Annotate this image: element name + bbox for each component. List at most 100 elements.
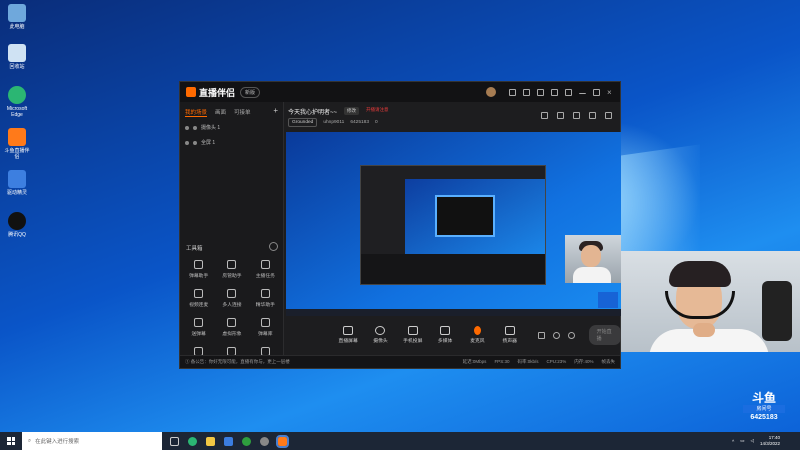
notice-text[interactable]: ① 备公告：你好无限可能，直播有你与，更上一层楼 — [185, 359, 463, 365]
lock-icon[interactable] — [193, 140, 197, 145]
tool-label: 送弹幕 — [191, 332, 206, 337]
douyu-logo-text: 斗鱼 — [751, 391, 776, 405]
category-chip[interactable]: Grounded — [288, 118, 318, 127]
douyu-taskbar-icon[interactable] — [276, 434, 289, 448]
desktop-icon-this-pc[interactable]: 此电脑 — [3, 4, 31, 30]
tool-send-danmaku[interactable]: 送弹幕 — [182, 318, 215, 337]
chat-icon[interactable] — [523, 88, 530, 96]
tool-label: 视频连麦 — [189, 303, 209, 308]
download-icon — [227, 318, 237, 327]
start-live-button[interactable]: 开始直播 — [588, 325, 621, 345]
add-scene-icon[interactable]: + — [273, 107, 278, 117]
preview-webcam-face — [581, 245, 601, 267]
tool-room-manager[interactable]: 房管助手 — [215, 260, 248, 279]
lock-icon[interactable] — [541, 112, 548, 119]
tool-video-link[interactable]: 视频连麦 — [182, 289, 215, 308]
task-view-icon[interactable] — [170, 436, 179, 446]
volume-icon[interactable]: ◁ — [751, 438, 754, 444]
qq-penguin-icon — [8, 212, 26, 230]
screen-capture-button[interactable]: 直播屏幕 — [338, 326, 358, 344]
left-panel: 我的场景 画面 可接单 + 摄像头 1 全屏 1 工具箱 弹幕助手 房管助手 主… — [180, 102, 284, 366]
scene-item-fullscreen[interactable]: 全屏 1 — [180, 135, 283, 150]
fans-count: 0 — [375, 120, 378, 125]
webcam-chair — [762, 281, 792, 341]
tab-my-scenes[interactable]: 我的场景 — [185, 108, 208, 117]
record-icon[interactable] — [537, 331, 545, 339]
control-label: 直播屏幕 — [338, 339, 358, 344]
stat-fps: FPS:30 — [494, 359, 510, 364]
desktop-icon-label: Microsoft Edge — [6, 106, 28, 118]
source-controls: 直播屏幕 摄像头 手机投屏 多媒体 麦克风 扬声器 开始直播 — [286, 318, 621, 352]
scene-label: 摄像头 1 — [201, 125, 221, 131]
tool-highlight[interactable]: 精华助手 — [249, 289, 282, 308]
visibility-icon[interactable] — [185, 125, 189, 130]
task-icon — [260, 260, 270, 269]
room-info: 今天我心护明者~~ 修改 开播请注意 Grounded uhnp9011 642… — [286, 104, 614, 130]
taskbar-search[interactable]: ⌕ 在此键入进行搜索 — [22, 432, 162, 450]
preview-icon[interactable] — [552, 331, 560, 339]
taskbar-clock[interactable]: 17:40 14/3/2022 — [760, 435, 780, 447]
tab-orders[interactable]: 可接单 — [234, 108, 251, 117]
control-label: 麦克风 — [470, 339, 485, 344]
gift-icon[interactable] — [537, 88, 544, 96]
room-number-label: 房间号 — [743, 405, 785, 413]
tool-danmaku-helper[interactable]: 弹幕助手 — [182, 260, 215, 279]
tool-host-task[interactable]: 主播任务 — [249, 260, 282, 279]
tool-label: 多人连接 — [222, 303, 242, 308]
settings-gear-icon[interactable] — [567, 331, 575, 339]
tool-danmaku-lib[interactable]: 弹幕库 — [249, 318, 282, 337]
bell-icon[interactable] — [589, 112, 596, 119]
search-placeholder: 在此键入进行搜索 — [35, 439, 80, 445]
desktop-icon-edge[interactable]: Microsoft Edge — [3, 86, 31, 118]
more-icon[interactable] — [269, 242, 278, 251]
version-badge[interactable]: 新版 — [240, 86, 261, 98]
start-button[interactable] — [0, 432, 22, 450]
xbox-icon[interactable] — [242, 436, 251, 446]
message-icon[interactable] — [509, 88, 516, 96]
desktop-icon-driver-genius[interactable]: 驱动精灵 — [3, 170, 31, 196]
toolbox-title: 工具箱 — [186, 246, 203, 252]
microphone-button[interactable]: 麦克风 — [467, 326, 487, 344]
minimize-icon[interactable] — [579, 90, 586, 94]
download-icon — [227, 289, 237, 298]
tool-avatar[interactable]: 虚拟形象 — [215, 318, 248, 337]
user-avatar[interactable] — [486, 87, 496, 97]
title-toolbar: × — [486, 87, 614, 97]
record-icon[interactable] — [573, 112, 580, 119]
network-icon[interactable]: ▭ — [740, 438, 744, 444]
recycle-bin-icon — [8, 44, 26, 62]
skin-icon[interactable] — [551, 88, 558, 96]
store-icon[interactable] — [224, 436, 233, 446]
edge-icon[interactable] — [188, 436, 197, 446]
room-title[interactable]: 今天我心护明者~~ — [288, 107, 337, 116]
user-id: uhnp9011 — [323, 120, 345, 125]
desktop-icon-douyu-companion[interactable]: 斗鱼直播伴侣 — [3, 128, 31, 160]
gift-icon[interactable] — [557, 112, 564, 119]
edit-title-button[interactable]: 修改 — [344, 107, 359, 115]
desktop-icon-qq[interactable]: 腾讯QQ — [3, 212, 31, 238]
stream-preview[interactable] — [286, 132, 621, 316]
maximize-icon[interactable] — [593, 88, 600, 96]
desktop-icon-label: 回收站 — [9, 64, 25, 70]
recursive-preview-screen — [405, 179, 545, 255]
phone-cast-button[interactable]: 手机投屏 — [403, 326, 423, 344]
file-explorer-icon[interactable] — [206, 436, 215, 446]
visibility-icon[interactable] — [185, 140, 189, 145]
tray-chevron-icon[interactable]: ^ — [732, 439, 734, 444]
desktop-icon-recycle-bin[interactable]: 回收站 — [3, 44, 31, 70]
app-icon[interactable] — [260, 436, 269, 446]
share-icon[interactable] — [605, 112, 612, 119]
preview-douyu-logo — [598, 292, 618, 308]
tab-screen[interactable]: 画面 — [215, 108, 226, 117]
speaker-button[interactable]: 扬声器 — [500, 326, 520, 344]
live-companion-window: 直播伴侣 新版 × 我的场景 画面 可接单 + 摄像头 1 全屏 1 工具箱 弹… — [179, 81, 621, 369]
tool-multi-link[interactable]: 多人连接 — [215, 289, 248, 308]
room-meta: Grounded uhnp9011 6425183 0 — [288, 118, 378, 127]
media-button[interactable]: 多媒体 — [435, 326, 455, 344]
scene-item-camera[interactable]: 摄像头 1 — [180, 120, 283, 135]
lock-icon[interactable] — [193, 125, 197, 130]
close-icon[interactable]: × — [607, 88, 614, 96]
stat-bitrate: 码率:0kb/s — [517, 359, 539, 364]
menu-icon[interactable] — [565, 88, 572, 96]
camera-button[interactable]: 摄像头 — [370, 326, 390, 344]
